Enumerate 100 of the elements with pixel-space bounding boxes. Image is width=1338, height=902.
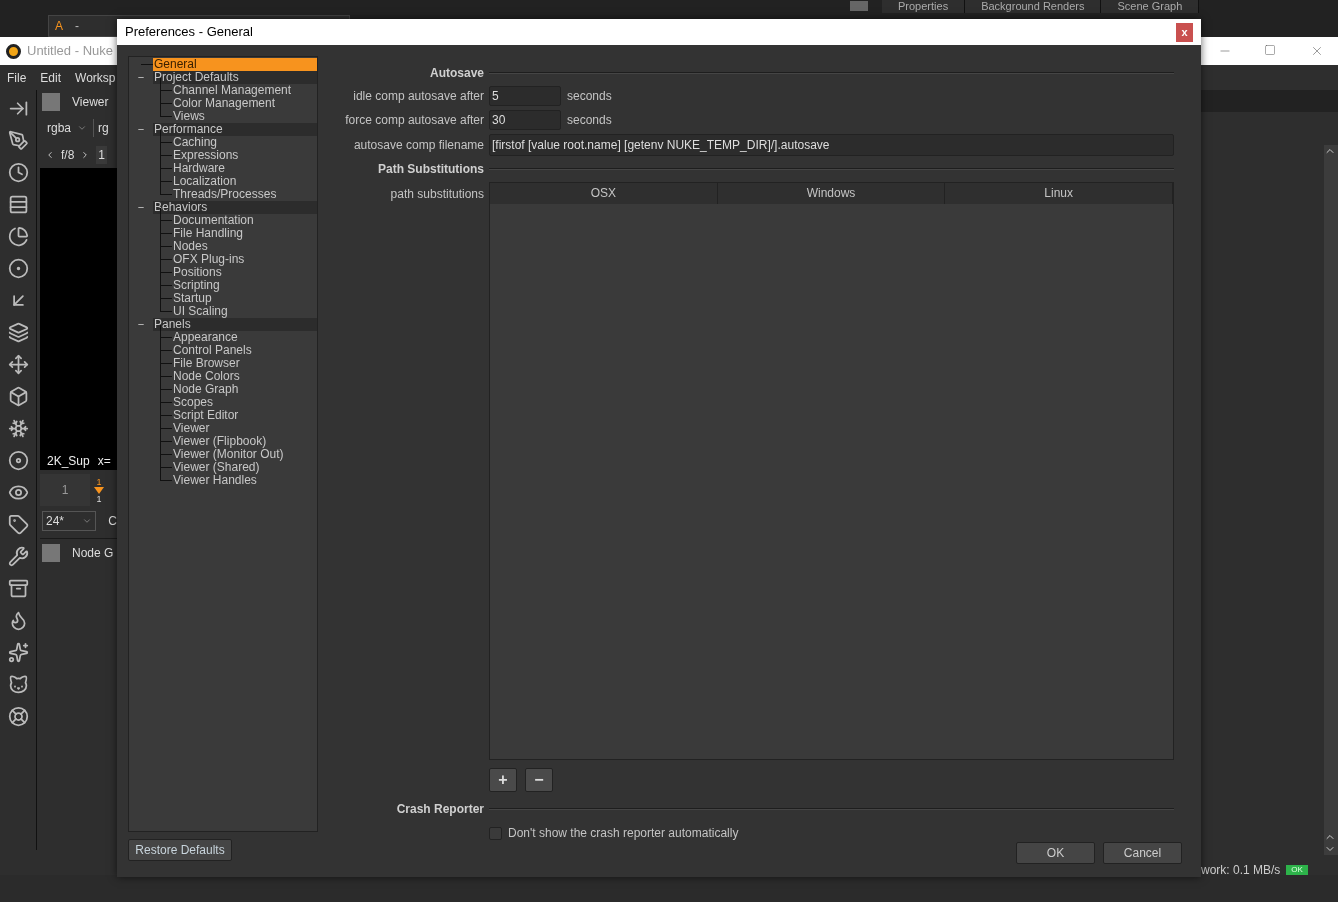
tree-item[interactable]: Node Graph [172, 383, 317, 396]
tree-item[interactable]: Scopes [172, 396, 317, 409]
tree-item[interactable]: Performance [153, 123, 317, 136]
tag-icon[interactable] [7, 514, 29, 535]
dropdown-icon[interactable] [82, 516, 93, 526]
checkbox[interactable] [489, 826, 502, 840]
tree-item[interactable]: Threads/Processes [172, 188, 317, 201]
fps-dropdown[interactable]: 24* [42, 511, 97, 531]
restore-defaults-button[interactable]: Restore Defaults [128, 839, 232, 861]
tree-item[interactable]: Views [172, 110, 317, 123]
move-icon[interactable] [7, 354, 29, 375]
pen-icon[interactable] [7, 130, 29, 151]
tree-connector-icon [160, 299, 172, 312]
tree-item[interactable]: File Browser [172, 357, 317, 370]
tree-item[interactable]: Hardware [172, 162, 317, 175]
app-logo-icon [6, 43, 21, 59]
tree-item[interactable]: Viewer (Flipbook) [172, 435, 317, 448]
menu-item[interactable]: Edit [40, 68, 62, 87]
collapse-toggle[interactable]: − [136, 72, 146, 83]
cube-icon[interactable] [7, 386, 29, 407]
tree-connector-icon [160, 104, 172, 117]
column-header[interactable]: Windows [717, 183, 946, 204]
tree-item[interactable]: Caching [172, 136, 317, 149]
tree-item[interactable]: Panels [153, 318, 317, 331]
section-heading: Autosave [428, 65, 485, 82]
close-icon[interactable] [1310, 44, 1324, 58]
tree-item[interactable]: Positions [172, 266, 317, 279]
channel-dropdown[interactable]: rg [93, 118, 109, 137]
menu-item[interactable]: File [7, 68, 27, 87]
layers-icon[interactable] [7, 322, 29, 343]
channel-dropdown[interactable]: rgba [47, 118, 72, 137]
tree-item[interactable]: File Handling [172, 227, 317, 240]
frame-field[interactable]: 1 [96, 145, 108, 164]
field-label: autosave comp filename [352, 137, 485, 154]
playhead-icon[interactable] [94, 486, 104, 494]
wrench-icon[interactable] [7, 546, 29, 567]
dialog-title: Preferences - General [125, 23, 253, 42]
tree-connector-icon [160, 221, 172, 234]
tree-item[interactable]: UI Scaling [172, 305, 317, 318]
tree-item[interactable]: Behaviors [153, 201, 317, 214]
tree-item[interactable]: OFX Plug-ins [172, 253, 317, 266]
tree-connector-icon [160, 156, 172, 169]
column-header[interactable]: OSX [490, 183, 718, 204]
tree-item[interactable]: Channel Management [172, 84, 317, 97]
menu-item[interactable]: Worksp [75, 68, 116, 87]
tree-item[interactable]: Appearance [172, 331, 317, 344]
clock-icon[interactable] [7, 162, 29, 183]
tree-item[interactable]: Viewer Handles [172, 474, 317, 487]
collapse-toggle[interactable]: − [136, 319, 146, 330]
tree-item[interactable]: Startup [172, 292, 317, 305]
rows-icon[interactable] [7, 194, 29, 215]
tree-item[interactable]: Expressions [172, 149, 317, 162]
column-header[interactable]: Linux [945, 183, 1173, 204]
tree-item[interactable]: General [153, 58, 317, 71]
tree-item[interactable]: Color Management [172, 97, 317, 110]
tree-item[interactable]: Viewer [172, 422, 317, 435]
collapse-toggle[interactable]: − [136, 124, 146, 135]
tree-item[interactable]: Script Editor [172, 409, 317, 422]
tree-item[interactable]: Node Colors [172, 370, 317, 383]
seconds-input[interactable]: 30 [489, 110, 561, 130]
tree-connector-icon [160, 455, 172, 468]
close-button[interactable]: x [1176, 22, 1193, 42]
collapse-toggle[interactable]: − [136, 202, 146, 213]
viewer-tab[interactable]: Viewer [72, 93, 109, 111]
tree-connector-icon [160, 416, 172, 429]
tree-item[interactable]: Control Panels [172, 344, 317, 357]
panel-icon [42, 543, 60, 562]
tray-icon[interactable] [7, 578, 29, 599]
tree-connector-icon [160, 403, 172, 416]
panel-tab[interactable]: Scene Graph [1101, 0, 1200, 13]
marker-label: 1 [96, 493, 102, 504]
lifebuoy-icon[interactable] [7, 706, 29, 727]
tree-item[interactable]: Viewer (Monitor Out) [172, 448, 317, 461]
tree-item[interactable]: Documentation [172, 214, 317, 227]
scrollbar[interactable] [1324, 145, 1338, 855]
format-label: 2K_Sup [47, 453, 90, 470]
tree-item[interactable]: Project Defaults [153, 71, 317, 84]
status-text: work: 0.1 MB/s [1201, 862, 1281, 879]
seconds-input[interactable]: 5 [489, 86, 561, 106]
section-heading: Path Substitutions [377, 161, 485, 178]
tree-item[interactable]: Scripting [172, 279, 317, 292]
tree-item[interactable]: Nodes [172, 240, 317, 253]
ok-button[interactable]: OK [1016, 842, 1095, 864]
tree-item[interactable]: Localization [172, 175, 317, 188]
timeline-label: C [108, 513, 117, 530]
filename-input[interactable]: [firstof [value root.name] [getenv NUKE_TEMP_DIR]/].autosave [489, 134, 1174, 156]
remove-button[interactable]: − [525, 768, 553, 792]
add-button[interactable]: + [489, 768, 517, 792]
tree-connector-icon [160, 351, 172, 364]
disc-icon[interactable] [7, 450, 29, 471]
pie-icon[interactable] [7, 226, 29, 247]
node-graph-tab[interactable]: Node G [72, 543, 114, 562]
tree-connector-icon [160, 338, 172, 351]
panel-tab[interactable]: Properties [882, 0, 966, 13]
panel-tab[interactable]: Background Renders [965, 0, 1102, 13]
checkbox-label: Don't show the crash reporter automatically [508, 825, 739, 842]
tree-item[interactable]: Viewer (Shared) [172, 461, 317, 474]
cancel-button[interactable]: Cancel [1103, 842, 1182, 864]
dotted-circle-icon[interactable] [7, 258, 29, 279]
cat-icon[interactable] [7, 674, 29, 695]
